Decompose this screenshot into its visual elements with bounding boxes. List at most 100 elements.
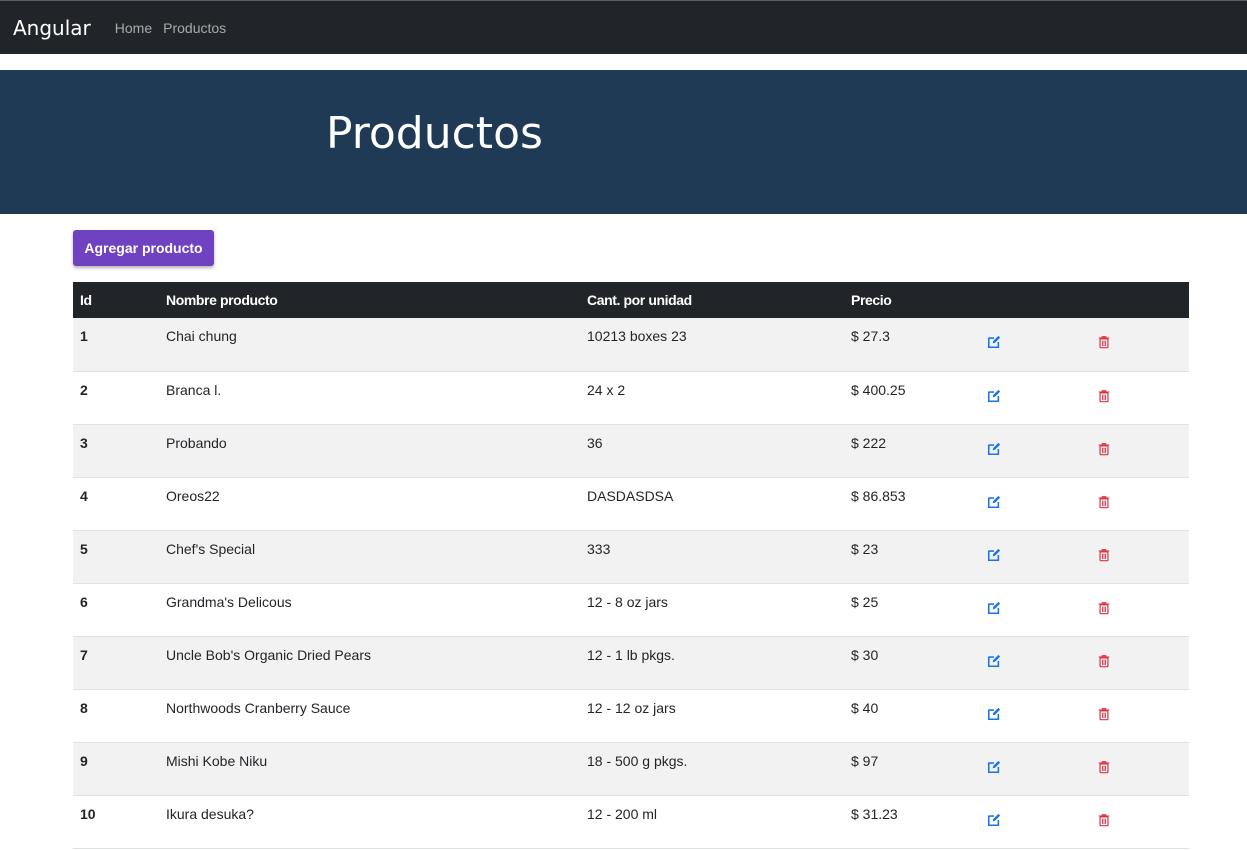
column-header-id: Id xyxy=(80,292,92,308)
cell-qty: 24 x 2 xyxy=(587,381,626,398)
edit-icon[interactable] xyxy=(987,760,1001,774)
trash-icon[interactable] xyxy=(1097,335,1111,349)
nav-link-productos[interactable]: Productos xyxy=(163,20,226,36)
trash-icon[interactable] xyxy=(1097,654,1111,668)
cell-price: $ 30 xyxy=(851,646,879,663)
table-row: 4 Oreos22 DASDASDSA $ 86.853 xyxy=(73,477,1189,530)
cell-qty: 12 - 1 lb pkgs. xyxy=(587,646,675,663)
edit-icon[interactable] xyxy=(987,548,1001,562)
cell-qty: 18 - 500 g pkgs. xyxy=(587,752,688,769)
cell-qty: 12 - 8 oz jars xyxy=(587,593,668,610)
table-header-row: Id Nombre producto Cant. por unidad Prec… xyxy=(73,282,1189,318)
cell-name: Grandma's Delicous xyxy=(166,593,292,610)
table-row: 5 Chef's Special 333 $ 23 xyxy=(73,530,1189,583)
cell-price: $ 25 xyxy=(851,593,879,610)
table-row: 9 Mishi Kobe Niku 18 - 500 g pkgs. $ 97 xyxy=(73,742,1189,795)
cell-delete xyxy=(1090,318,1189,371)
cell-price: $ 97 xyxy=(851,752,879,769)
cell-id: 9 xyxy=(80,752,88,769)
table-row: 3 Probando 36 $ 222 xyxy=(73,424,1189,477)
cell-edit xyxy=(980,371,1090,424)
cell-name: Chef's Special xyxy=(166,540,256,557)
trash-icon[interactable] xyxy=(1097,760,1111,774)
edit-icon[interactable] xyxy=(987,389,1001,403)
edit-icon[interactable] xyxy=(987,813,1001,827)
edit-icon[interactable] xyxy=(987,495,1001,509)
table-row: 8 Northwoods Cranberry Sauce 12 - 12 oz ja… xyxy=(73,689,1189,742)
trash-icon[interactable] xyxy=(1097,548,1111,562)
trash-icon[interactable] xyxy=(1097,495,1111,509)
cell-edit xyxy=(980,477,1090,530)
cell-delete xyxy=(1090,636,1189,689)
nav-link-home[interactable]: Home xyxy=(115,20,152,36)
cell-id: 10 xyxy=(80,805,96,822)
cell-delete xyxy=(1090,371,1189,424)
cell-delete xyxy=(1090,795,1189,848)
cell-id: 1 xyxy=(80,328,88,344)
cell-name: Probando xyxy=(166,434,227,451)
cell-edit xyxy=(980,530,1090,583)
cell-id: 2 xyxy=(80,381,88,398)
trash-icon[interactable] xyxy=(1097,601,1111,615)
cell-id: 7 xyxy=(80,646,88,663)
cell-delete xyxy=(1090,530,1189,583)
nav-links: Home Productos xyxy=(115,20,237,36)
table-row: 2 Branca l. 24 x 2 $ 400.25 xyxy=(73,371,1189,424)
cell-delete xyxy=(1090,689,1189,742)
column-header-qty: Cant. por unidad xyxy=(587,292,692,308)
cell-price: $ 400.25 xyxy=(851,381,906,398)
page-title: Productos xyxy=(326,108,543,159)
cell-name: Uncle Bob's Organic Dried Pears xyxy=(166,646,371,663)
trash-icon[interactable] xyxy=(1097,442,1111,456)
edit-icon[interactable] xyxy=(987,601,1001,615)
cell-edit xyxy=(980,795,1090,848)
cell-price: $ 31.23 xyxy=(851,805,898,822)
cell-delete xyxy=(1090,742,1189,795)
cell-edit xyxy=(980,583,1090,636)
cell-name: Branca l. xyxy=(166,381,222,398)
products-table: Id Nombre producto Cant. por unidad Prec… xyxy=(73,282,1189,849)
cell-id: 5 xyxy=(80,540,88,557)
table-row: 6 Grandma's Delicous 12 - 8 oz jars $ 25 xyxy=(73,583,1189,636)
trash-icon[interactable] xyxy=(1097,707,1111,721)
cell-name: Northwoods Cranberry Sauce xyxy=(166,699,351,716)
cell-id: 4 xyxy=(80,487,88,504)
column-header-price: Precio xyxy=(851,292,892,308)
cell-delete xyxy=(1090,583,1189,636)
cell-price: $ 86.853 xyxy=(851,487,906,504)
cell-delete xyxy=(1090,424,1189,477)
cell-qty: 12 - 200 ml xyxy=(587,805,658,822)
column-header-name: Nombre producto xyxy=(166,292,278,308)
edit-icon[interactable] xyxy=(987,442,1001,456)
cell-edit xyxy=(980,636,1090,689)
cell-edit xyxy=(980,424,1090,477)
cell-price: $ 40 xyxy=(851,699,879,716)
cell-price: $ 27.3 xyxy=(851,328,890,344)
cell-edit xyxy=(980,689,1090,742)
cell-name: Chai chung xyxy=(166,328,237,344)
table-body: 1 Chai chung 10213 boxes 23 $ 27.3 2 Branca l… xyxy=(73,318,1189,848)
cell-qty: 36 xyxy=(587,434,603,451)
cell-id: 3 xyxy=(80,434,88,451)
trash-icon[interactable] xyxy=(1097,813,1111,827)
edit-icon[interactable] xyxy=(987,335,1001,349)
cell-qty: 333 xyxy=(587,540,611,557)
cell-edit xyxy=(980,742,1090,795)
add-product-button[interactable]: Agregar producto xyxy=(73,230,214,266)
table-row: 1 Chai chung 10213 boxes 23 $ 27.3 xyxy=(73,318,1189,371)
table-row: 7 Uncle Bob's Organic Dried Pears 12 - 1 l… xyxy=(73,636,1189,689)
navbar-brand[interactable]: Angular xyxy=(13,16,91,40)
hero-banner: Productos xyxy=(0,70,1247,214)
cell-qty: DASDASDSA xyxy=(587,487,674,504)
column-header-edit xyxy=(980,282,1090,318)
cell-qty: 10213 boxes 23 xyxy=(587,328,687,344)
cell-delete xyxy=(1090,477,1189,530)
products-table-container: Id Nombre producto Cant. por unidad Prec… xyxy=(73,282,1189,849)
cell-price: $ 23 xyxy=(851,540,879,557)
edit-icon[interactable] xyxy=(987,654,1001,668)
trash-icon[interactable] xyxy=(1097,389,1111,403)
column-header-delete xyxy=(1090,282,1189,318)
navbar: Angular Home Productos xyxy=(0,0,1247,54)
cell-id: 8 xyxy=(80,699,88,716)
edit-icon[interactable] xyxy=(987,707,1001,721)
